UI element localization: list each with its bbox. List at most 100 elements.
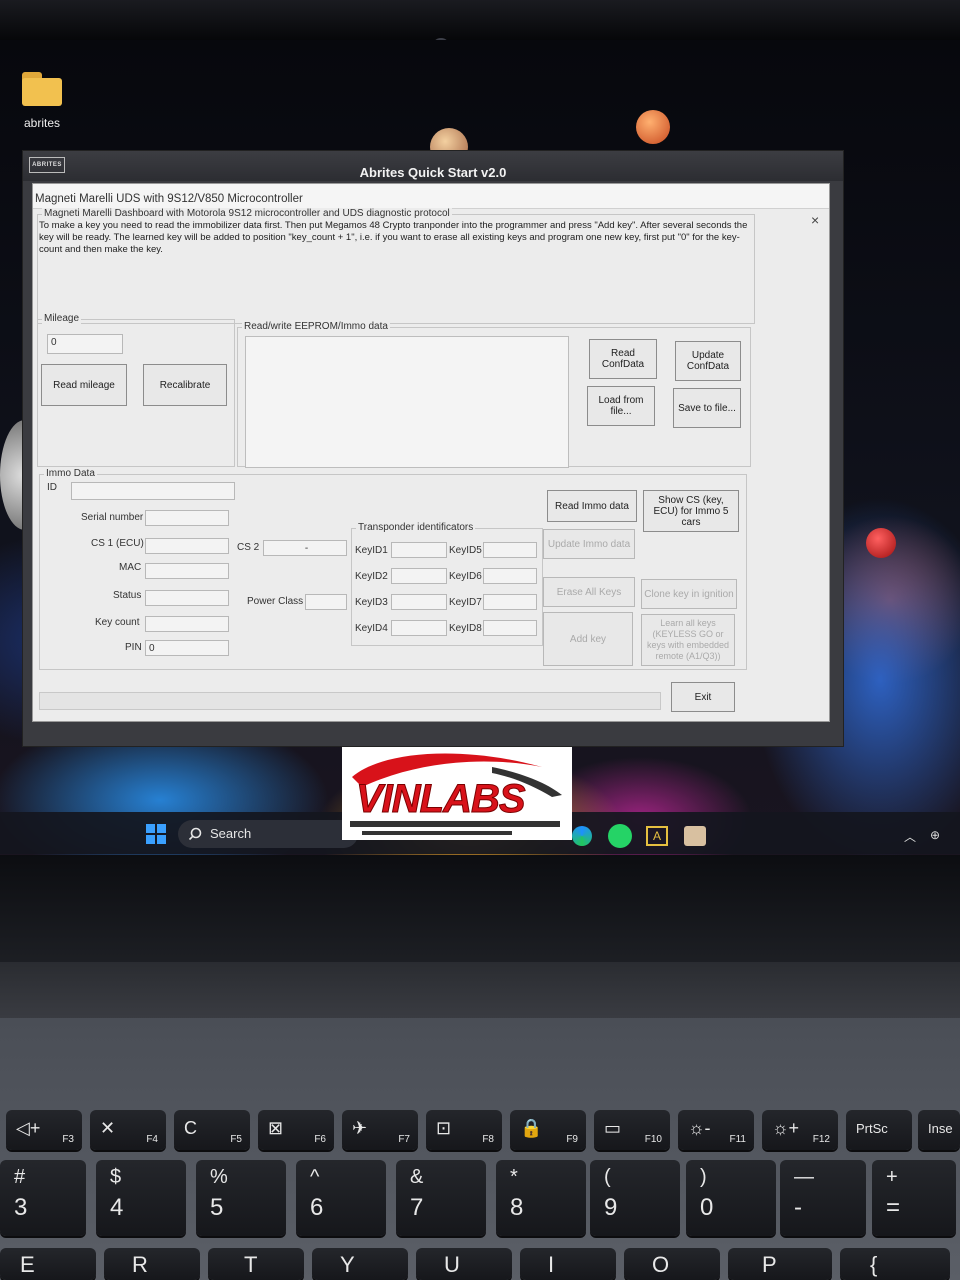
exit-button[interactable]: Exit: [671, 682, 735, 712]
key-t[interactable]: T: [208, 1248, 304, 1280]
folder-icon[interactable]: [22, 72, 62, 106]
recalibrate-button[interactable]: Recalibrate: [143, 364, 227, 406]
keyid4-label: KeyID4: [355, 623, 388, 634]
vinlabs-watermark-logo: VINLABS: [342, 747, 572, 840]
key-e[interactable]: E: [0, 1248, 96, 1280]
edge-icon[interactable]: [572, 826, 592, 846]
key-p[interactable]: P: [728, 1248, 832, 1280]
read-mileage-button[interactable]: Read mileage: [41, 364, 127, 406]
key-u[interactable]: U: [416, 1248, 512, 1280]
key-7[interactable]: & 7: [396, 1160, 486, 1236]
save-to-file-button[interactable]: Save to file...: [673, 388, 741, 428]
cs2-field: -: [263, 540, 347, 556]
cs2-label: CS 2: [237, 542, 260, 553]
update-immo-data-button[interactable]: Update Immo data: [543, 529, 635, 559]
key-brace[interactable]: {: [840, 1248, 950, 1280]
key-f7[interactable]: ✈ F7: [342, 1110, 418, 1150]
key-equals[interactable]: + =: [872, 1160, 956, 1236]
key-minus[interactable]: — -: [780, 1160, 866, 1236]
key-f9[interactable]: 🔒 F9: [510, 1110, 586, 1150]
key-insert[interactable]: Inse: [918, 1110, 960, 1150]
laptop-hinge: [0, 962, 960, 1020]
eeprom-data-textarea[interactable]: [245, 336, 569, 468]
keyid2-label: KeyID2: [355, 571, 388, 582]
laptop-top-bezel: [0, 0, 960, 42]
mileage-input[interactable]: 0: [47, 334, 123, 354]
key-5[interactable]: % 5: [196, 1160, 286, 1236]
key-3[interactable]: #3: [0, 1160, 86, 1236]
laptop-bottom-bezel: [0, 855, 960, 965]
keyid4-field: [391, 620, 447, 636]
learn-all-keys-button[interactable]: Learn all keys (KEYLESS GO or keys with …: [641, 614, 735, 666]
status-label: Status: [113, 590, 142, 601]
key-8[interactable]: * 8: [496, 1160, 586, 1236]
key-f5[interactable]: C F5: [174, 1110, 250, 1150]
keyid7-label: KeyID7: [449, 597, 482, 608]
key-f3[interactable]: ◁+ F3: [6, 1110, 82, 1150]
keyid6-label: KeyID6: [449, 571, 482, 582]
mac-field: [145, 563, 229, 579]
title-bar: ABRITES Abrites Quick Start v2.0: [23, 151, 843, 181]
pin-label: PIN: [125, 642, 142, 653]
progress-bar: [39, 692, 661, 710]
app-taskbar-icon[interactable]: [684, 826, 706, 846]
key-9[interactable]: (9: [590, 1160, 680, 1236]
keyid5-label: KeyID5: [449, 545, 482, 556]
key-r[interactable]: R: [104, 1248, 200, 1280]
dialog-title-bar: Magneti Marelli UDS with 9S12/V850 Micro…: [33, 184, 829, 209]
serial-number-label: Serial number: [81, 512, 144, 523]
read-immo-data-button[interactable]: Read Immo data: [547, 490, 637, 522]
keyid5-field: [483, 542, 537, 558]
keyid3-field: [391, 594, 447, 610]
search-label: Search: [210, 826, 252, 841]
dialog-close-icon[interactable]: ×: [811, 212, 819, 228]
keyid8-label: KeyID8: [449, 623, 482, 634]
show-cs-button[interactable]: Show CS (key, ECU) for Immo 5 cars: [643, 490, 739, 532]
tray-chevron-icon[interactable]: ︿: [904, 828, 916, 845]
keyid1-label: KeyID1: [355, 545, 388, 556]
transponder-group-label: Transponder identificators: [356, 522, 476, 533]
serial-number-field: [145, 510, 229, 526]
eeprom-group-label: Read/write EEPROM/Immo data: [242, 321, 390, 332]
load-from-file-button[interactable]: Load from file...: [587, 386, 655, 426]
key-y[interactable]: Y: [312, 1248, 408, 1280]
keyid6-field: [483, 568, 537, 584]
key-f11[interactable]: ☼- F11: [678, 1110, 754, 1150]
keyid3-label: KeyID3: [355, 597, 388, 608]
key-4[interactable]: $4: [96, 1160, 186, 1236]
key-f4[interactable]: ✕ F4: [90, 1110, 166, 1150]
taskbar-search-box[interactable]: Search: [178, 820, 358, 848]
key-f10[interactable]: ▭ F10: [594, 1110, 670, 1150]
folder-label: abrites: [23, 116, 61, 130]
pin-field[interactable]: 0: [145, 640, 229, 656]
erase-all-keys-button[interactable]: Erase All Keys: [543, 577, 635, 607]
update-confdata-button[interactable]: Update ConfData: [675, 341, 741, 381]
mac-label: MAC: [119, 562, 142, 573]
key-count-field[interactable]: [145, 616, 229, 632]
key-i[interactable]: I: [520, 1248, 616, 1280]
key-prtsc[interactable]: PrtSc: [846, 1110, 912, 1150]
windows-start-icon[interactable]: [146, 824, 166, 844]
key-f12[interactable]: ☼+ F12: [762, 1110, 838, 1150]
key-count-label: Key count: [95, 617, 140, 628]
key-o[interactable]: O: [624, 1248, 720, 1280]
description-text: To make a key you need to read the immob…: [39, 220, 748, 255]
description-group-label: Magneti Marelli Dashboard with Motorola …: [42, 208, 452, 219]
keyid2-field: [391, 568, 447, 584]
magneti-marelli-dialog: Magneti Marelli UDS with 9S12/V850 Micro…: [32, 183, 830, 722]
add-key-button[interactable]: Add key: [543, 612, 633, 666]
vinlabs-text: VINLABS: [356, 777, 527, 822]
window-title: Abrites Quick Start v2.0: [359, 165, 507, 180]
key-0[interactable]: ) 0: [686, 1160, 776, 1236]
key-f8[interactable]: ⊡ F8: [426, 1110, 502, 1150]
key-6[interactable]: ^ 6: [296, 1160, 386, 1236]
wallpaper-orb: [636, 110, 670, 144]
keyboard: ◁+ F3 ✕ F4 C F5 ⊠ F6 ✈ F7 ⊡ F8 🔒 F9 ▭ F10 ☼- F11 …: [0, 1108, 960, 1280]
clone-key-button[interactable]: Clone key in ignition: [641, 579, 737, 609]
abrites-taskbar-icon[interactable]: A: [646, 826, 668, 846]
whatsapp-icon[interactable]: [608, 824, 632, 848]
key-f6[interactable]: ⊠ F6: [258, 1110, 334, 1150]
keyid7-field: [483, 594, 537, 610]
read-confdata-button[interactable]: Read ConfData: [589, 339, 657, 379]
network-icon[interactable]: ⊕: [930, 828, 940, 842]
